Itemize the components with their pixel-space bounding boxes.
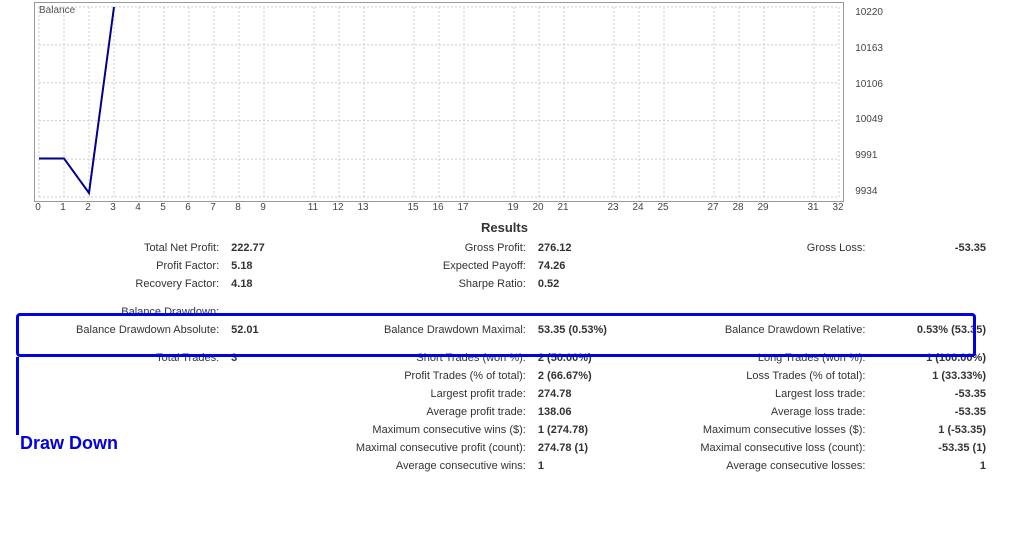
- label-profit-trades: Profit Trades (% of total):: [313, 367, 532, 385]
- label-avg-cons-wins: Average consecutive wins:: [313, 457, 532, 475]
- row-max-consecutive: Maximum consecutive wins ($): 1 (274.78)…: [17, 421, 992, 439]
- value-max-cons-losses: 1 (-53.35): [871, 421, 992, 439]
- label-largest-loss: Largest loss trade:: [652, 385, 871, 403]
- value-loss-trades: 1 (33.33%): [871, 367, 992, 385]
- label-max-cons-losses: Maximum consecutive losses ($):: [652, 421, 871, 439]
- y-axis-labels: 1022010163101061004999919934: [855, 3, 883, 201]
- label-profit-factor: Profit Factor:: [17, 257, 225, 275]
- value-maximal-cons-loss: -53.35 (1): [871, 439, 992, 457]
- value-avg-profit: 138.06: [532, 403, 653, 421]
- label-short-trades: Short Trades (won %):: [313, 349, 532, 367]
- label-avg-cons-losses: Average consecutive losses:: [652, 457, 871, 475]
- row-largest-trade: Largest profit trade: 274.78 Largest los…: [17, 385, 992, 403]
- row-profit-trades: Profit Trades (% of total): 2 (66.67%) L…: [17, 367, 992, 385]
- value-dd-maximal: 53.35 (0.53%): [532, 321, 653, 339]
- value-sharpe-ratio: 0.52: [532, 275, 653, 293]
- value-avg-cons-wins: 1: [532, 457, 653, 475]
- value-profit-factor: 5.18: [225, 257, 313, 275]
- row-profit-factor: Profit Factor: 5.18 Expected Payoff: 74.…: [17, 257, 992, 275]
- results-table: Total Net Profit: 222.77 Gross Profit: 2…: [17, 239, 992, 475]
- drawdown-annotation: Draw Down: [20, 433, 118, 454]
- row-trades: Total Trades: 3 Short Trades (won %): 2 …: [17, 349, 992, 367]
- value-profit-trades: 2 (66.67%): [532, 367, 653, 385]
- label-avg-profit: Average profit trade:: [313, 403, 532, 421]
- value-avg-cons-losses: 1: [871, 457, 992, 475]
- value-maximal-cons-profit: 274.78 (1): [532, 439, 653, 457]
- label-maximal-cons-loss: Maximal consecutive loss (count):: [652, 439, 871, 457]
- row-drawdown: Balance Drawdown Absolute: 52.01 Balance…: [17, 321, 992, 339]
- label-long-trades: Long Trades (won %):: [652, 349, 871, 367]
- value-long-trades: 1 (100.00%): [871, 349, 992, 367]
- value-gross-profit: 276.12: [532, 239, 653, 257]
- value-short-trades: 2 (50.00%): [532, 349, 653, 367]
- label-balance-drawdown-header: Balance Drawdown:: [17, 303, 225, 321]
- value-total-net-profit: 222.77: [225, 239, 313, 257]
- label-gross-profit: Gross Profit:: [313, 239, 532, 257]
- row-avg-consecutive: Average consecutive wins: 1 Average cons…: [17, 457, 992, 475]
- label-expected-payoff: Expected Payoff:: [313, 257, 532, 275]
- chart-title: Balance: [39, 5, 75, 16]
- label-gross-loss: Gross Loss:: [652, 239, 871, 257]
- row-maximal-consecutive: Maximal consecutive profit (count): 274.…: [17, 439, 992, 457]
- value-avg-loss: -53.35: [871, 403, 992, 421]
- value-recovery-factor: 4.18: [225, 275, 313, 293]
- label-dd-absolute: Balance Drawdown Absolute:: [17, 321, 225, 339]
- label-avg-loss: Average loss trade:: [652, 403, 871, 421]
- label-sharpe-ratio: Sharpe Ratio:: [313, 275, 532, 293]
- label-loss-trades: Loss Trades (% of total):: [652, 367, 871, 385]
- value-gross-loss: -53.35: [871, 239, 992, 257]
- value-max-cons-wins: 1 (274.78): [532, 421, 653, 439]
- label-dd-relative: Balance Drawdown Relative:: [652, 321, 871, 339]
- results-heading: Results: [0, 220, 1009, 235]
- label-max-cons-wins: Maximum consecutive wins ($):: [313, 421, 532, 439]
- label-recovery-factor: Recovery Factor:: [17, 275, 225, 293]
- value-dd-absolute: 52.01: [225, 321, 313, 339]
- row-drawdown-header: Balance Drawdown:: [17, 303, 992, 321]
- balance-chart: Balance 1022010163101061004999919934: [34, 2, 844, 202]
- label-maximal-cons-profit: Maximal consecutive profit (count):: [313, 439, 532, 457]
- label-dd-maximal: Balance Drawdown Maximal:: [313, 321, 532, 339]
- label-largest-profit: Largest profit trade:: [313, 385, 532, 403]
- label-total-net-profit: Total Net Profit:: [17, 239, 225, 257]
- chart-svg: [35, 3, 843, 201]
- value-expected-payoff: 74.26: [532, 257, 653, 275]
- row-recovery-factor: Recovery Factor: 4.18 Sharpe Ratio: 0.52: [17, 275, 992, 293]
- value-largest-profit: 274.78: [532, 385, 653, 403]
- value-total-trades: 3: [225, 349, 313, 367]
- label-total-trades: Total Trades:: [17, 349, 225, 367]
- value-largest-loss: -53.35: [871, 385, 992, 403]
- row-average-trade: Average profit trade: 138.06 Average los…: [17, 403, 992, 421]
- row-net-profit: Total Net Profit: 222.77 Gross Profit: 2…: [17, 239, 992, 257]
- value-dd-relative: 0.53% (53.35): [871, 321, 992, 339]
